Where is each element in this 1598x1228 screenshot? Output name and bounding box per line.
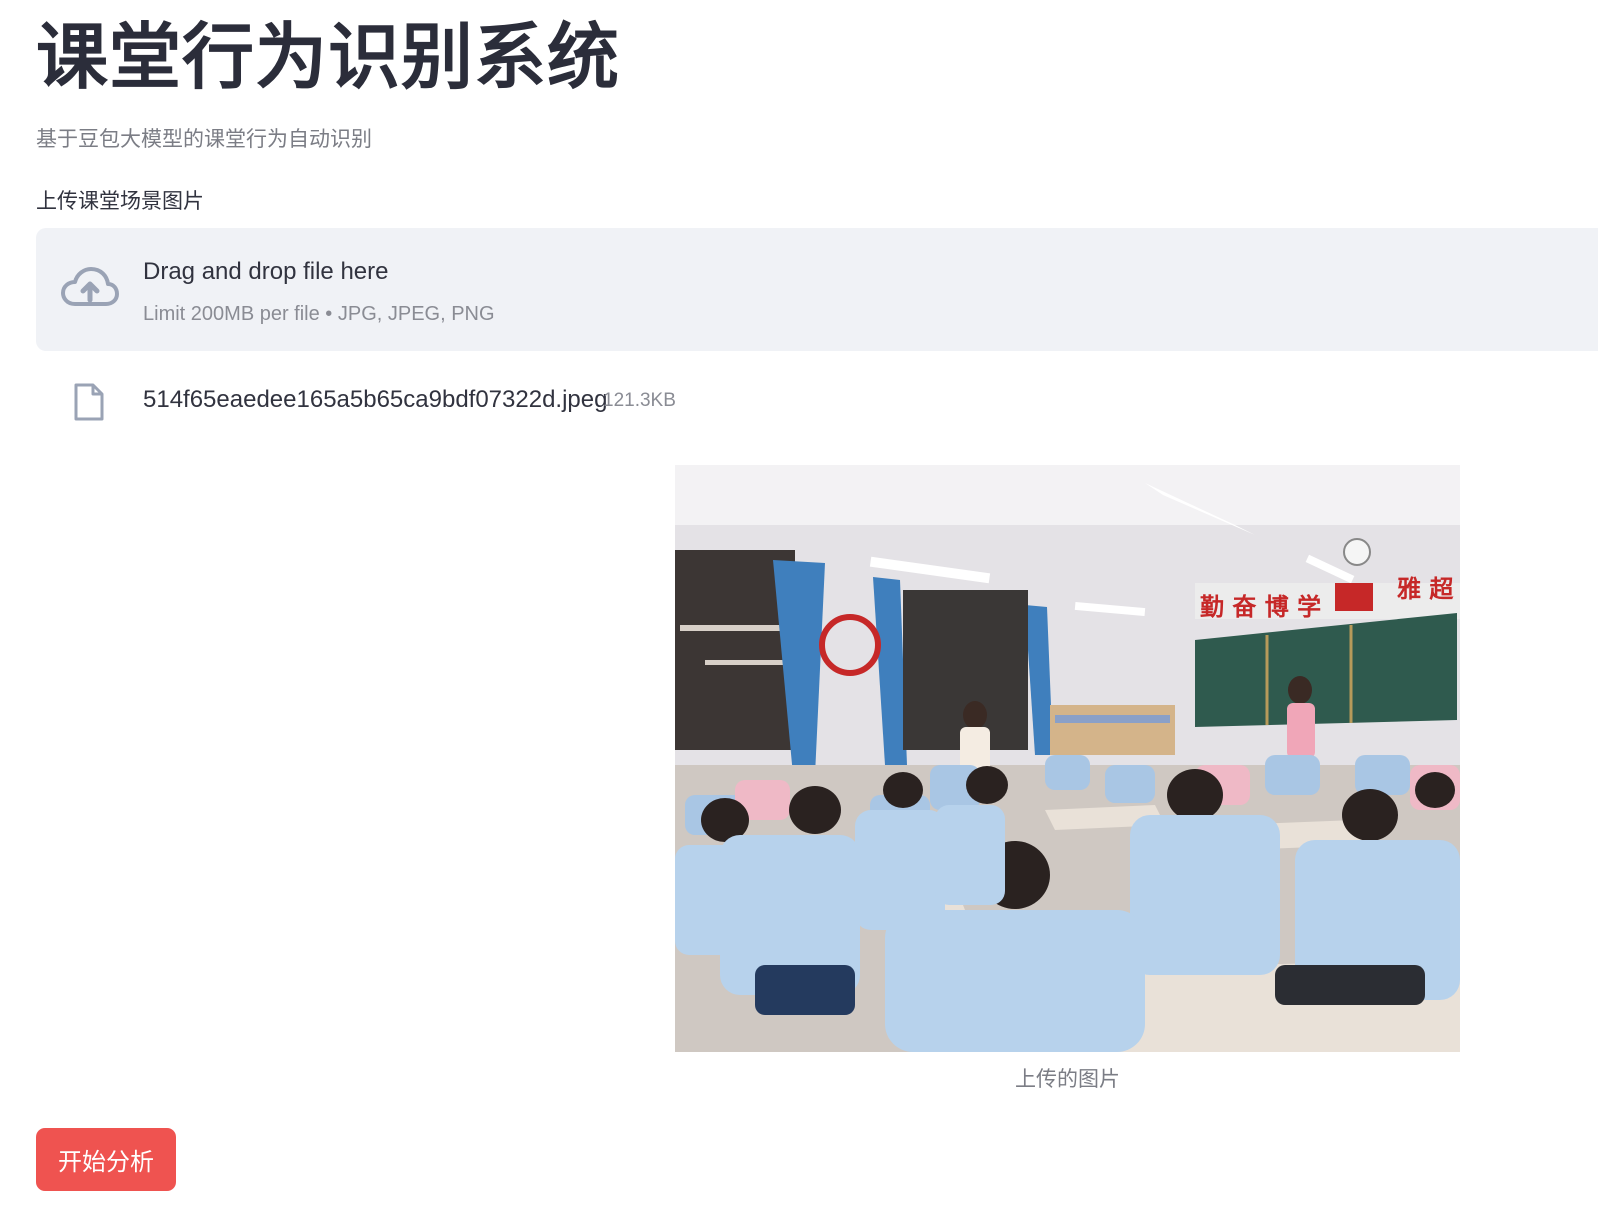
start-analysis-button[interactable]: 开始分析 [36, 1128, 176, 1191]
dropzone-instruction: Drag and drop file here [143, 258, 389, 285]
file-dropzone[interactable]: Drag and drop file here Limit 200MB per … [36, 228, 1598, 351]
uploaded-file-item: 514f65eaedee165a5b65ca9bdf07322d.jpeg 12… [36, 376, 1036, 426]
uploaded-file-name: 514f65eaedee165a5b65ca9bdf07322d.jpeg [143, 386, 608, 413]
dropzone-limit: Limit 200MB per file • JPG, JPEG, PNG [143, 303, 495, 325]
uploader-label: 上传课堂场景图片 [36, 190, 204, 213]
page-title: 课堂行为识别系统 [36, 18, 621, 98]
uploaded-file-size: 121.3KB [603, 390, 676, 411]
page-subtitle: 基于豆包大模型的课堂行为自动识别 [36, 128, 372, 151]
cloud-upload-icon [61, 267, 119, 306]
banner-text: 勤 奋 博 学 [1200, 593, 1321, 621]
banner-text-right: 雅 超 [1397, 575, 1454, 603]
uploaded-image-preview: 勤 奋 博 学 雅 超 [675, 465, 1460, 1052]
app-page: 课堂行为识别系统 基于豆包大模型的课堂行为自动识别 上传课堂场景图片 Drag … [0, 0, 1598, 1228]
file-icon [74, 383, 104, 421]
image-caption: 上传的图片 [1015, 1068, 1120, 1091]
